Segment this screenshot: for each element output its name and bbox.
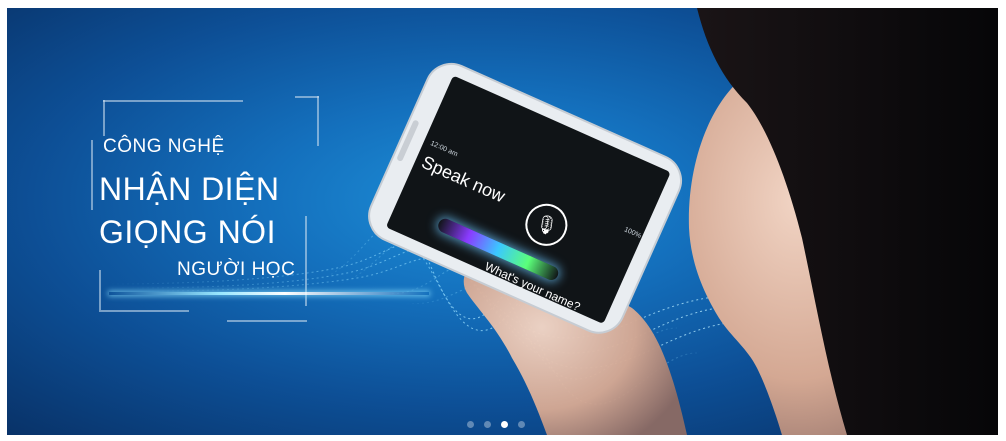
smartphone-illustration — [368, 62, 682, 334]
hero-banner[interactable]: CÔNG NGHỆ NHẬN DIỆN GIỌNG NÓI NGƯỜI HỌC — [7, 8, 998, 435]
carousel-dot-4[interactable] — [518, 421, 525, 428]
microphone-icon: 🎙 — [531, 211, 561, 239]
carousel-dot-2[interactable] — [484, 421, 491, 428]
carousel-dot-3[interactable] — [501, 421, 508, 428]
carousel-dot-1[interactable] — [467, 421, 474, 428]
carousel-indicators — [467, 421, 525, 428]
